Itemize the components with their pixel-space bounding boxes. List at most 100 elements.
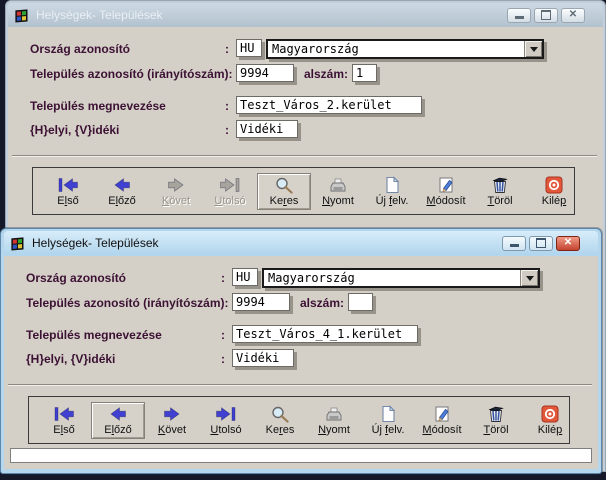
prev-button[interactable]: Előző <box>91 402 145 439</box>
print-button[interactable]: Nyomt <box>311 173 365 210</box>
trash-icon <box>488 176 512 194</box>
search-icon <box>272 176 296 194</box>
country-select[interactable]: Magyarország <box>262 268 540 288</box>
search-label: Keres <box>266 424 295 436</box>
postal-code-input[interactable] <box>236 64 294 82</box>
new-record-button[interactable]: Új felv. <box>361 402 415 439</box>
close-button[interactable]: ✕ <box>561 8 585 23</box>
modify-label: Módosít <box>422 424 461 436</box>
prev-icon <box>106 405 130 423</box>
exit-button[interactable]: Kilép <box>527 173 581 210</box>
search-label: Keres <box>270 195 299 207</box>
separator <box>8 384 592 386</box>
titlebar[interactable]: Helységek- Települések ✕ <box>8 3 603 27</box>
exit-label: Kilép <box>538 424 562 436</box>
exit-button[interactable]: Kilép <box>523 402 577 439</box>
first-button[interactable]: Első <box>41 173 95 210</box>
settlement-name-label: Település megnevezése <box>30 99 166 113</box>
settlement-id-label: Település azonosító (irányítószám): <box>26 296 228 310</box>
next-button: Követ <box>149 173 203 210</box>
settlement-id-label: Település azonosító (irányítószám): <box>30 67 232 81</box>
search-button[interactable]: Keres <box>257 173 311 210</box>
colon: : <box>221 352 225 366</box>
settlement-name-input[interactable] <box>232 325 418 343</box>
subnumber-input[interactable] <box>352 64 377 82</box>
country-code-input[interactable] <box>232 268 258 286</box>
subnumber-label: alszám: <box>300 296 344 310</box>
close-button[interactable]: ✕ <box>556 236 580 251</box>
dropdown-button[interactable] <box>520 270 538 286</box>
windows-flag-icon <box>14 7 31 23</box>
settlement-name-input[interactable] <box>236 96 422 114</box>
toolbar: Első Előző Követ Utolsó Keres Nyomt Új felv. Mó… <box>28 396 570 444</box>
first-icon <box>56 176 80 194</box>
maximize-icon <box>536 238 546 248</box>
new-doc-icon <box>380 176 404 194</box>
modify-button[interactable]: Módosít <box>419 173 473 210</box>
new-record-label: Új felv. <box>376 195 409 207</box>
prev-label: Előző <box>104 424 132 436</box>
toolbar: Első Előző Követ Utolsó Keres Nyomt Új felv. Mó… <box>32 167 575 215</box>
minimize-icon <box>515 16 524 19</box>
first-label: Első <box>53 424 74 436</box>
country-select[interactable]: Magyarország <box>266 39 544 59</box>
new-record-button[interactable]: Új felv. <box>365 173 419 210</box>
country-select-value: Magyarország <box>264 270 520 286</box>
first-button[interactable]: Első <box>37 402 91 439</box>
edit-icon <box>430 405 454 423</box>
settlement-type-label: {H}elyi, {V}idéki <box>30 123 119 137</box>
subnumber-input[interactable] <box>348 293 373 311</box>
window-title: Helységek- Települések <box>36 8 507 22</box>
desktop: Helységek- Települések ✕ Ország azonosít… <box>0 0 606 480</box>
new-record-label: Új felv. <box>372 424 405 436</box>
print-icon <box>322 405 346 423</box>
delete-label: Töröl <box>487 195 512 207</box>
next-button[interactable]: Követ <box>145 402 199 439</box>
delete-button[interactable]: Töröl <box>469 402 523 439</box>
minimize-button[interactable] <box>507 8 531 23</box>
country-select-value: Magyarország <box>268 41 524 57</box>
postal-code-input[interactable] <box>232 293 290 311</box>
prev-label: Előző <box>108 195 136 207</box>
minimize-icon <box>510 244 519 247</box>
last-label: Utolsó <box>210 424 241 436</box>
titlebar[interactable]: Helységek- Települések ✕ <box>4 231 598 255</box>
new-doc-icon <box>376 405 400 423</box>
delete-label: Töröl <box>483 424 508 436</box>
maximize-button[interactable] <box>534 8 558 23</box>
next-icon <box>164 176 188 194</box>
country-label: Ország azonosító <box>26 271 126 285</box>
colon: : <box>225 123 229 137</box>
print-icon <box>326 176 350 194</box>
colon: : <box>221 271 225 285</box>
trash-icon <box>484 405 508 423</box>
delete-button[interactable]: Töröl <box>473 173 527 210</box>
maximize-button[interactable] <box>529 236 553 251</box>
settlement-type-input[interactable] <box>236 120 298 138</box>
last-button[interactable]: Utolsó <box>199 402 253 439</box>
modify-label: Módosít <box>426 195 465 207</box>
exit-icon <box>542 176 566 194</box>
last-label: Utolsó <box>214 195 245 207</box>
close-icon: ✕ <box>569 10 577 20</box>
settlement-type-input[interactable] <box>232 349 294 367</box>
print-label: Nyomt <box>318 424 350 436</box>
separator <box>12 155 597 157</box>
modify-button[interactable]: Módosít <box>415 402 469 439</box>
subnumber-label: alszám: <box>304 67 348 81</box>
dropdown-button[interactable] <box>524 41 542 57</box>
first-label: Első <box>57 195 78 207</box>
window-settlements-active: Helységek- Települések ✕ Ország azonosít… <box>0 228 602 474</box>
print-button[interactable]: Nyomt <box>307 402 361 439</box>
chevron-down-icon <box>530 47 538 52</box>
country-code-input[interactable] <box>236 39 262 57</box>
close-icon: ✕ <box>564 238 572 248</box>
exit-icon <box>538 405 562 423</box>
edit-icon <box>434 176 458 194</box>
prev-button[interactable]: Előző <box>95 173 149 210</box>
status-bar <box>10 448 592 463</box>
last-icon <box>218 176 242 194</box>
next-icon <box>160 405 184 423</box>
minimize-button[interactable] <box>502 236 526 251</box>
search-button[interactable]: Keres <box>253 402 307 439</box>
